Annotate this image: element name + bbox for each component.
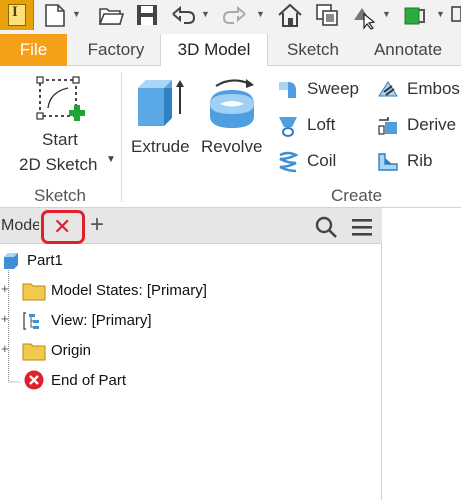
coil-button[interactable]: Coil bbox=[274, 148, 366, 176]
browser-tab-model[interactable]: Mode bbox=[1, 217, 39, 235]
emboss-button[interactable]: Embos bbox=[374, 76, 461, 104]
model-browser: Mode ✕ + Part1 + Model States: [Primary]… bbox=[0, 208, 382, 500]
open-folder-icon[interactable] bbox=[96, 0, 126, 30]
group-divider bbox=[121, 72, 122, 202]
loft-button[interactable]: Loft bbox=[274, 112, 366, 140]
browser-header: Mode ✕ + bbox=[0, 208, 382, 244]
expand-icon[interactable]: + bbox=[1, 341, 9, 356]
save-icon[interactable] bbox=[133, 0, 161, 30]
update-icon[interactable] bbox=[312, 0, 342, 30]
quick-access-toolbar: I ▼ ▼ ▼ ▼ ▼ bbox=[0, 0, 461, 34]
tab-sketch[interactable]: Sketch bbox=[276, 34, 350, 66]
appearance-dropdown-icon[interactable]: ▼ bbox=[436, 9, 445, 19]
revolve-button[interactable]: Revolve bbox=[198, 70, 268, 166]
tree-item-view[interactable]: + View: [Primary] bbox=[0, 308, 240, 332]
ribbon-tabs: File Factory 3D Model Sketch Annotate bbox=[0, 34, 461, 67]
add-browser-tab-button[interactable]: + bbox=[90, 212, 104, 238]
sweep-button[interactable]: Sweep bbox=[274, 76, 366, 104]
tree-label-view: View: [Primary] bbox=[51, 312, 152, 329]
undo-icon[interactable] bbox=[166, 0, 198, 30]
loft-icon bbox=[279, 117, 297, 137]
tree-item-end-of-part[interactable]: End of Part bbox=[0, 368, 240, 392]
extrude-icon bbox=[138, 80, 184, 126]
sweep-label: Sweep bbox=[307, 79, 359, 98]
emboss-icon bbox=[378, 81, 398, 97]
tree-item-part1[interactable]: Part1 bbox=[0, 248, 200, 272]
tree-item-origin[interactable]: + Origin bbox=[0, 338, 240, 362]
extrude-button[interactable]: Extrude bbox=[128, 70, 194, 166]
settings-icon[interactable] bbox=[450, 0, 461, 30]
start-2d-sketch-button[interactable]: Start 2D Sketch ▼ bbox=[10, 70, 118, 180]
create-group-title: Create bbox=[331, 186, 383, 205]
rib-button[interactable]: Rib bbox=[374, 148, 461, 176]
close-icon: ✕ bbox=[53, 214, 72, 239]
derive-icon bbox=[378, 117, 397, 135]
emboss-label: Embos bbox=[407, 79, 460, 98]
view-rep-icon bbox=[23, 312, 39, 330]
redo-dropdown-icon[interactable]: ▼ bbox=[256, 9, 265, 19]
tree-label-part1: Part1 bbox=[27, 252, 63, 269]
sweep-icon bbox=[279, 82, 296, 98]
app-logo-letter: I bbox=[12, 4, 18, 20]
tree-label-model-states: Model States: [Primary] bbox=[51, 282, 207, 299]
new-file-icon[interactable] bbox=[38, 0, 70, 30]
part-icon bbox=[4, 253, 18, 269]
new-dropdown-icon[interactable]: ▼ bbox=[72, 9, 81, 19]
ribbon-panel: Start 2D Sketch ▼ Sketch Extrude Revolve bbox=[0, 66, 461, 208]
tab-factory[interactable]: Factory bbox=[78, 34, 154, 66]
app-logo[interactable]: I bbox=[0, 0, 34, 30]
revolve-label: Revolve bbox=[201, 137, 263, 156]
search-icon[interactable] bbox=[314, 215, 338, 239]
expand-icon[interactable]: + bbox=[1, 281, 9, 296]
redo-icon[interactable] bbox=[220, 0, 252, 30]
extrude-label: Extrude bbox=[131, 137, 190, 156]
rib-icon bbox=[378, 153, 398, 171]
start-sketch-label-line2: 2D Sketch bbox=[19, 155, 98, 174]
coil-label: Coil bbox=[307, 151, 337, 170]
start-sketch-label-line1: Start bbox=[42, 130, 78, 149]
coil-icon bbox=[279, 151, 299, 173]
select-icon[interactable] bbox=[348, 0, 378, 30]
expand-icon[interactable]: + bbox=[1, 311, 9, 326]
folder-icon bbox=[22, 343, 46, 361]
tree-label-end-of-part: End of Part bbox=[51, 372, 127, 389]
folder-icon bbox=[22, 283, 46, 301]
derive-label: Derive bbox=[407, 115, 457, 134]
rib-label: Rib bbox=[407, 151, 433, 170]
home-icon[interactable] bbox=[274, 0, 306, 30]
loft-label: Loft bbox=[307, 115, 336, 134]
select-dropdown-icon[interactable]: ▼ bbox=[382, 9, 391, 19]
tree-item-model-states[interactable]: + Model States: [Primary] bbox=[0, 278, 240, 302]
end-of-part-icon bbox=[24, 370, 44, 390]
sketch-group-title: Sketch bbox=[34, 186, 86, 205]
tree-label-origin: Origin bbox=[51, 342, 92, 359]
close-browser-button[interactable]: ✕ bbox=[41, 210, 85, 244]
tab-3d-model[interactable]: 3D Model bbox=[160, 34, 268, 67]
menu-icon[interactable] bbox=[350, 216, 374, 238]
tab-file[interactable]: File bbox=[0, 34, 67, 66]
start-sketch-icon bbox=[36, 76, 85, 121]
derive-button[interactable]: Derive bbox=[374, 112, 461, 140]
graphics-window[interactable] bbox=[383, 208, 461, 500]
undo-dropdown-icon[interactable]: ▼ bbox=[201, 9, 210, 19]
tab-annotate[interactable]: Annotate bbox=[362, 34, 454, 66]
revolve-icon bbox=[210, 79, 254, 128]
appearance-icon[interactable] bbox=[400, 0, 432, 30]
start-sketch-dropdown-icon[interactable]: ▼ bbox=[106, 154, 116, 165]
